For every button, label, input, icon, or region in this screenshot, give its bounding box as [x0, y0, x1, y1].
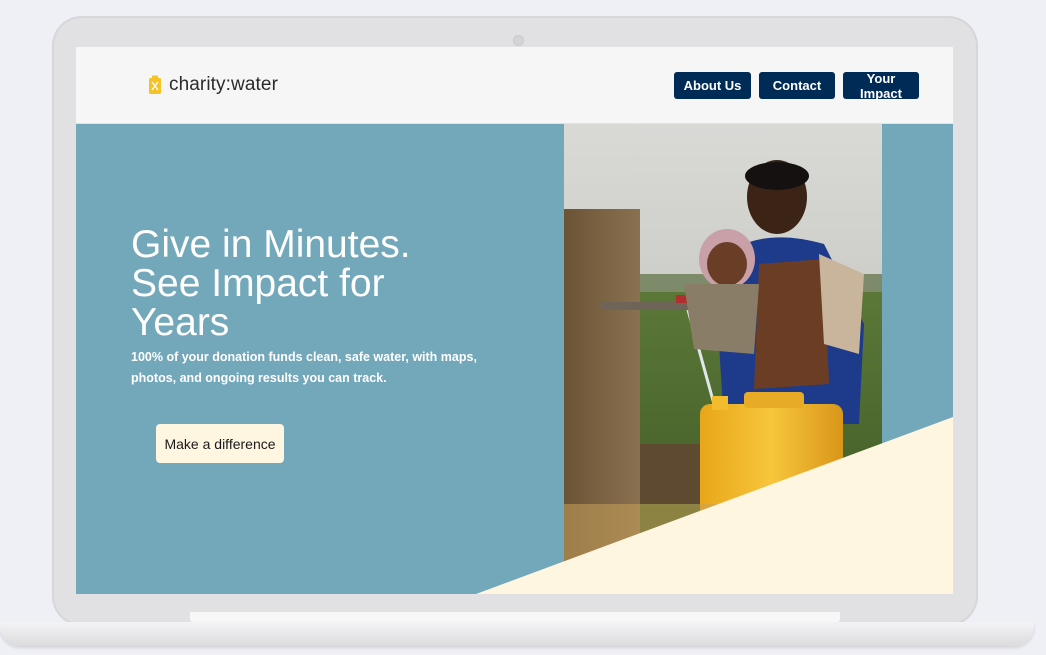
hero-headline: Give in Minutes. See Impact for Years: [131, 223, 411, 344]
top-nav: About Us Contact Your Impact: [674, 71, 919, 101]
make-a-difference-button[interactable]: Make a difference: [156, 424, 284, 463]
laptop-base: [0, 622, 1034, 646]
webcam: [513, 35, 524, 46]
your-impact-button[interactable]: Your Impact: [843, 71, 919, 101]
website-screen: charity:water About Us Contact Your Impa…: [76, 47, 953, 594]
site-header: charity:water About Us Contact Your Impa…: [76, 47, 953, 124]
hero-subtext: 100% of your donation funds clean, safe …: [131, 350, 477, 385]
hero-photo: [564, 124, 882, 561]
brand-name: charity:water: [169, 74, 279, 95]
jerrycan-icon: [149, 75, 161, 94]
brand-logo[interactable]: charity:water: [148, 74, 278, 96]
contact-button[interactable]: Contact: [759, 72, 835, 99]
about-us-button[interactable]: About Us: [674, 72, 751, 99]
